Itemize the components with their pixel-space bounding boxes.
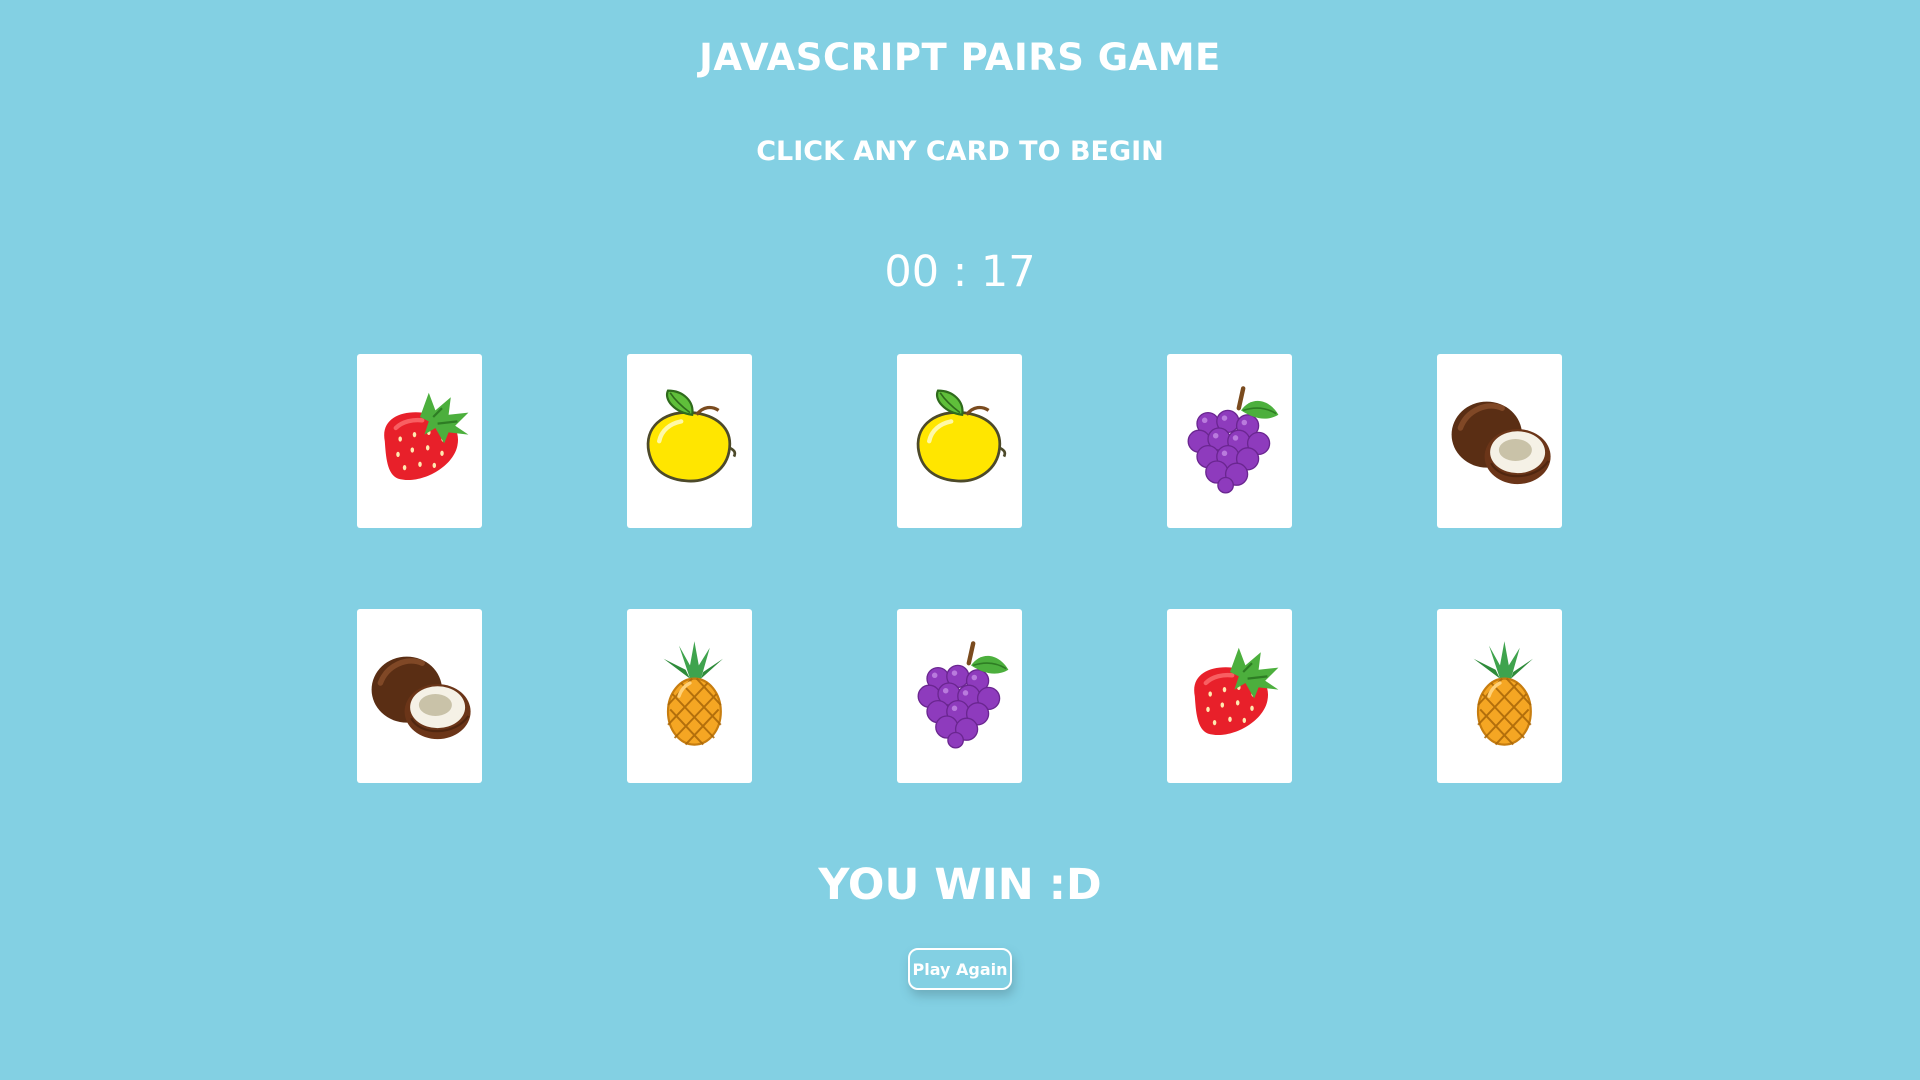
game-timer: 00 : 17 <box>884 247 1036 297</box>
lemon-icon <box>905 384 1015 498</box>
pineapple-icon <box>635 639 745 753</box>
card-grid <box>357 354 1563 783</box>
card-grapes[interactable] <box>1167 354 1292 528</box>
card-lemon[interactable] <box>627 354 752 528</box>
grapes-icon <box>905 639 1015 753</box>
lemon-icon <box>635 384 745 498</box>
grapes-icon <box>1175 384 1285 498</box>
pineapple-icon <box>1445 639 1555 753</box>
instructions-text: CLICK ANY CARD TO BEGIN <box>756 136 1164 167</box>
coconut-icon <box>365 639 475 753</box>
card-coconut[interactable] <box>1437 354 1562 528</box>
strawberry-icon <box>365 384 475 498</box>
win-message: YOU WIN :D <box>818 860 1102 910</box>
coconut-icon <box>1445 384 1555 498</box>
card-strawberry[interactable] <box>1167 609 1292 783</box>
card-pineapple[interactable] <box>1437 609 1562 783</box>
card-pineapple[interactable] <box>627 609 752 783</box>
game-page: JAVASCRIPT PAIRS GAME CLICK ANY CARD TO … <box>0 0 1920 1080</box>
card-strawberry[interactable] <box>357 354 482 528</box>
play-again-button[interactable]: Play Again <box>908 948 1012 990</box>
card-lemon[interactable] <box>897 354 1022 528</box>
card-coconut[interactable] <box>357 609 482 783</box>
strawberry-icon <box>1175 639 1285 753</box>
page-title: JAVASCRIPT PAIRS GAME <box>699 36 1221 79</box>
card-grapes[interactable] <box>897 609 1022 783</box>
